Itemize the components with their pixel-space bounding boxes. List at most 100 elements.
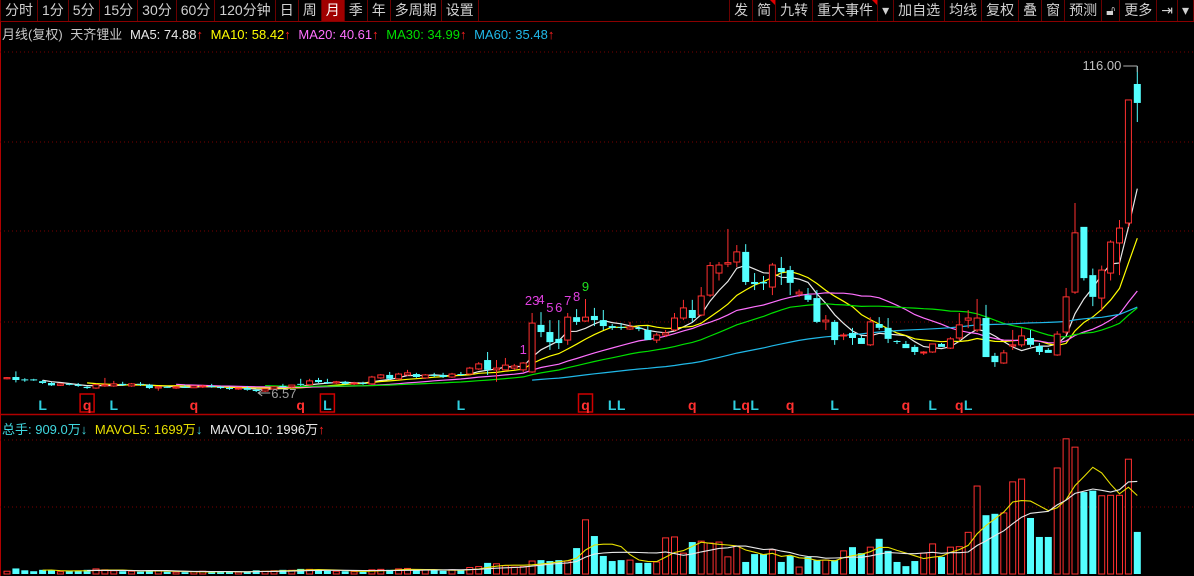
candle-body xyxy=(74,384,82,386)
signal-q: q xyxy=(688,397,697,413)
signal-q: q xyxy=(741,397,750,413)
volume-bar xyxy=(929,543,937,575)
candle xyxy=(751,273,759,291)
candle xyxy=(822,315,830,330)
candle xyxy=(849,327,856,345)
nine-turn-count: 8 xyxy=(573,289,580,304)
candle xyxy=(1053,331,1061,356)
candle-body xyxy=(172,386,180,389)
signal-q: q xyxy=(902,397,911,413)
signal-q: q xyxy=(955,397,964,413)
candle-body xyxy=(742,251,750,282)
candle-body xyxy=(982,318,990,358)
volume-bar xyxy=(56,571,64,575)
volume-bar xyxy=(653,561,661,575)
candle xyxy=(1071,203,1079,294)
candle xyxy=(377,374,385,379)
candle-body xyxy=(493,367,500,371)
volume-bar xyxy=(626,559,634,575)
volume-bar xyxy=(795,566,803,575)
signal-L: L xyxy=(750,397,759,413)
volume-bar xyxy=(849,547,856,574)
candle-body xyxy=(448,373,456,378)
volume-bar xyxy=(332,570,340,575)
volume-bar xyxy=(964,531,972,575)
volume-bar xyxy=(1044,536,1052,574)
volume-bar xyxy=(1098,495,1106,575)
signal-L: L xyxy=(323,397,332,413)
candle-body xyxy=(412,374,420,378)
candle-body xyxy=(1062,296,1070,333)
candle xyxy=(493,360,500,382)
candlestick-chart[interactable]: 116.006.5712345 6 7 89L q Lq q L Lq L Lq Lq Lq Lq Lq L xyxy=(0,0,1194,576)
candle xyxy=(306,378,314,386)
candle-body xyxy=(404,372,411,376)
candle xyxy=(510,363,518,370)
signal-q: q xyxy=(786,397,795,413)
volume-bar xyxy=(1000,512,1008,575)
candle-body xyxy=(857,337,865,344)
volume-bar xyxy=(430,570,438,574)
candle-body xyxy=(217,386,225,389)
candle xyxy=(56,383,64,386)
candle-body xyxy=(484,360,492,370)
candle xyxy=(448,372,456,378)
candle xyxy=(1035,343,1043,355)
candle-body xyxy=(199,385,207,388)
candle xyxy=(582,298,589,322)
candle xyxy=(1089,268,1097,307)
candle-body xyxy=(430,374,438,376)
candle-body xyxy=(582,316,589,322)
candle-body xyxy=(840,334,848,337)
candle xyxy=(1018,328,1026,347)
volume-bar xyxy=(715,541,723,575)
volume-bar xyxy=(1053,467,1061,575)
volume-bar xyxy=(599,555,607,574)
candle-body xyxy=(991,355,999,363)
volume-bar xyxy=(119,571,127,574)
candle-body xyxy=(528,322,536,373)
candle xyxy=(30,378,38,381)
candle-body xyxy=(626,326,634,330)
candle xyxy=(938,343,945,347)
candle xyxy=(386,371,394,380)
candle-body xyxy=(706,265,714,296)
signal-L: L xyxy=(964,397,973,413)
candle-body xyxy=(457,374,465,376)
volume-bar xyxy=(1018,478,1026,575)
candle-body xyxy=(564,316,572,341)
candle-body xyxy=(849,332,856,338)
volume-bar xyxy=(973,485,981,575)
volume-bar xyxy=(92,568,100,575)
candle-body xyxy=(101,384,109,387)
volume-bar xyxy=(617,560,625,574)
volume-bar xyxy=(1009,481,1017,575)
volume-bar xyxy=(323,570,331,574)
candle-body xyxy=(243,388,251,390)
candle-body xyxy=(154,386,162,389)
volume-bar xyxy=(938,556,945,574)
volume-bar xyxy=(466,567,474,575)
candle-body xyxy=(1044,349,1052,353)
candle-body xyxy=(252,389,260,392)
candle-body xyxy=(973,317,981,331)
candle xyxy=(1133,66,1141,123)
candle xyxy=(760,276,767,291)
candle-body xyxy=(1071,232,1079,293)
volume-bar xyxy=(1035,536,1043,574)
candle-body xyxy=(386,374,394,379)
candle-body xyxy=(813,298,821,322)
volume-bar xyxy=(1116,494,1123,575)
candle xyxy=(706,262,714,297)
ma10-line xyxy=(87,237,1138,389)
candle-body xyxy=(341,381,349,384)
nine-turn-count: 4 xyxy=(537,292,544,307)
candle-body xyxy=(822,319,830,323)
candle xyxy=(154,385,162,391)
candle-body xyxy=(733,251,741,263)
candle xyxy=(742,244,750,285)
candle xyxy=(315,377,322,383)
candle-body xyxy=(573,317,581,322)
candle-body xyxy=(546,332,554,343)
candle xyxy=(777,256,785,285)
